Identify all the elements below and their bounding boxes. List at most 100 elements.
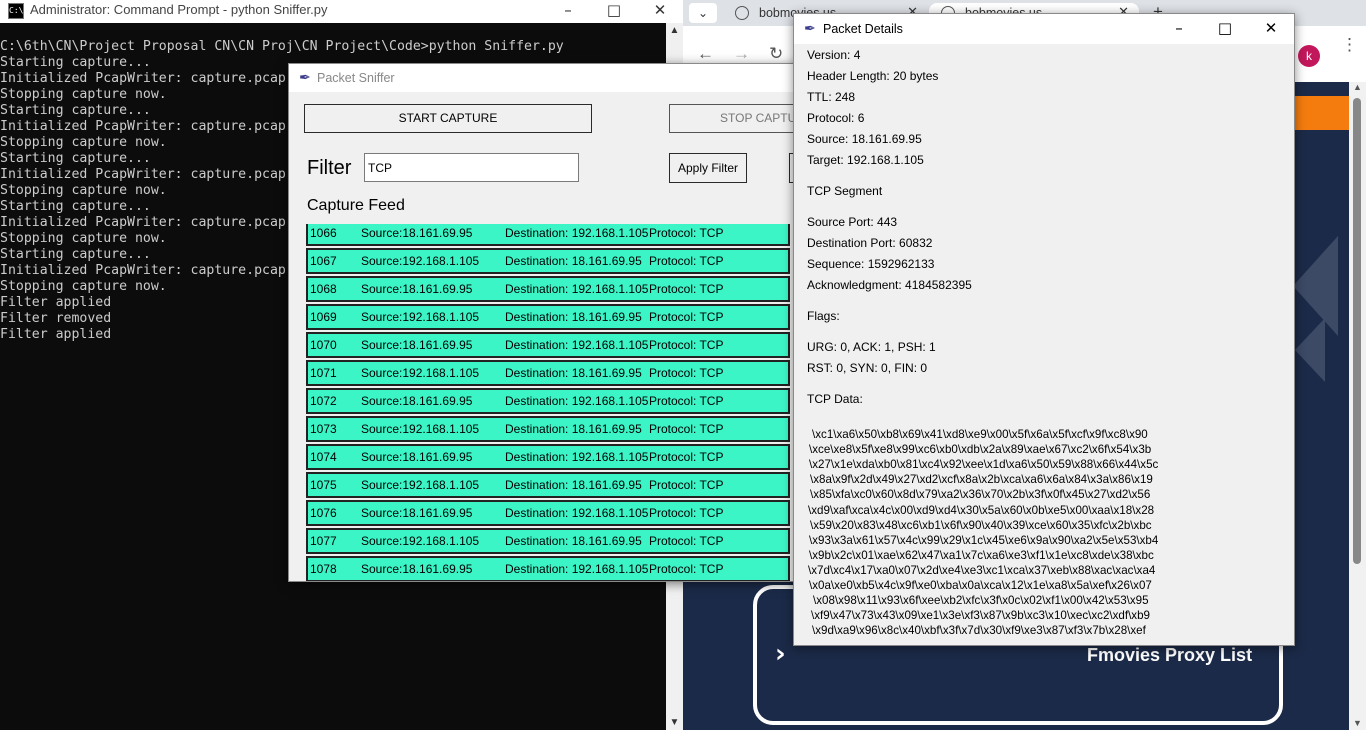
packet-number: 1078 (310, 562, 337, 576)
apply-filter-button[interactable]: Apply Filter (669, 153, 747, 183)
packet-row[interactable]: 1074 Source:18.161.69.95 Destination: 192.… (306, 444, 790, 470)
tcp-data-line: \x9b\x2c\x01\xae\x62\x47\xa1\x7c\xa6\xe3… (809, 548, 1154, 562)
packet-source: Source:18.161.69.95 (361, 394, 473, 408)
packet-number: 1068 (310, 282, 337, 296)
packet-row[interactable]: 1071 Source:192.168.1.105 Destination: 18.… (306, 360, 790, 386)
packet-source: Source:18.161.69.95 (361, 450, 473, 464)
packet-protocol: Protocol: TCP (649, 226, 724, 240)
packet-destination: Destination: 18.161.69.95 (505, 254, 642, 268)
packet-number: 1077 (310, 534, 337, 548)
scroll-up-arrow-icon[interactable]: ▲ (666, 25, 683, 36)
detail-field: Target: 192.168.1.105 (807, 153, 924, 167)
browser-menu-icon[interactable]: ⋮ (1341, 36, 1358, 53)
packet-destination: Destination: 192.168.1.105 (505, 562, 649, 576)
packet-number: 1076 (310, 506, 337, 520)
packet-protocol: Protocol: TCP (649, 254, 724, 268)
details-window-title: Packet Details (823, 22, 903, 36)
packet-number: 1067 (310, 254, 337, 268)
packet-protocol: Protocol: TCP (649, 394, 724, 408)
filter-input[interactable] (364, 153, 579, 182)
tcp-data-line: \xf9\x47\x73\x43\x09\xe1\x3e\xf3\x87\x9b… (811, 609, 1150, 623)
cmd-window-title: Administrator: Command Prompt - python S… (30, 2, 328, 17)
packet-row[interactable]: 1069 Source:192.168.1.105 Destination: 18.… (306, 304, 790, 330)
chevron-right-icon: › (775, 639, 786, 669)
packet-protocol: Protocol: TCP (649, 506, 724, 520)
detail-field: Flags: (807, 309, 840, 323)
stop-capture-button[interactable]: STOP CAPTURE (669, 104, 801, 133)
detail-field: Version: 4 (807, 48, 861, 62)
detail-field: URG: 0, ACK: 1, PSH: 1 (807, 340, 936, 354)
packet-number: 1071 (310, 366, 337, 380)
details-titlebar[interactable]: ✒ Packet Details – □ ✕ (794, 14, 1294, 44)
profile-avatar[interactable]: k (1298, 45, 1320, 67)
packet-destination: Destination: 18.161.69.95 (505, 366, 642, 380)
capture-feed-list[interactable]: 1066 Source:18.161.69.95 Destination: 192.… (306, 224, 792, 581)
minimize-icon[interactable]: – (545, 0, 591, 23)
cmd-titlebar[interactable]: C:\ Administrator: Command Prompt - pyth… (0, 0, 683, 23)
tcp-data-line: \x7d\xc4\x17\xa0\x07\x2d\xe4\xe3\xc1\xca… (808, 563, 1156, 577)
detail-field: Destination Port: 60832 (807, 236, 933, 250)
scroll-down-arrow-icon[interactable]: ▼ (1349, 718, 1366, 728)
packet-protocol: Protocol: TCP (649, 366, 724, 380)
packet-number: 1069 (310, 310, 337, 324)
page-scrollbar[interactable]: ▲ ▼ (1349, 82, 1366, 730)
packet-number: 1075 (310, 478, 337, 492)
packet-row[interactable]: 1073 Source:192.168.1.105 Destination: 18.… (306, 416, 790, 442)
decorative-arrow-shape (1295, 318, 1325, 382)
packet-row[interactable]: 1077 Source:192.168.1.105 Destination: 18.… (306, 528, 790, 554)
scroll-up-arrow-icon[interactable]: ▲ (1349, 82, 1366, 92)
scroll-down-arrow-icon[interactable]: ▼ (666, 717, 683, 728)
packet-protocol: Protocol: TCP (649, 450, 724, 464)
globe-icon (735, 6, 749, 20)
packet-destination: Destination: 192.168.1.105 (505, 338, 649, 352)
packet-row[interactable]: 1070 Source:18.161.69.95 Destination: 192.… (306, 332, 790, 358)
close-icon[interactable]: ✕ (1248, 14, 1294, 44)
maximize-icon[interactable]: □ (591, 0, 637, 23)
tab-search-chevron-icon[interactable]: ⌄ (689, 3, 717, 23)
detail-field: Source Port: 443 (807, 215, 898, 229)
reload-icon[interactable]: ↻ (769, 44, 783, 64)
tcp-data-line: \xce\xe8\x5f\xe8\x99\xc6\xb0\xdb\x2a\x89… (809, 443, 1152, 457)
packet-source: Source:192.168.1.105 (361, 534, 480, 548)
minimize-icon[interactable]: – (1156, 14, 1202, 44)
packet-row[interactable]: 1068 Source:18.161.69.95 Destination: 192.… (306, 276, 790, 302)
sniffer-titlebar[interactable]: ✒ Packet Sniffer (289, 64, 801, 92)
tcp-data-line: \xc1\xa6\x50\xb8\x69\x41\xd8\xe9\x00\x5f… (812, 428, 1148, 441)
packet-protocol: Protocol: TCP (649, 310, 724, 324)
packet-source: Source:192.168.1.105 (361, 478, 480, 492)
detail-field: Protocol: 6 (807, 111, 865, 125)
scrollbar-thumb[interactable] (1353, 98, 1361, 564)
packet-sniffer-window: ✒ Packet Sniffer START CAPTURE STOP CAPT… (288, 63, 802, 582)
packet-row[interactable]: 1072 Source:18.161.69.95 Destination: 192.… (306, 388, 790, 414)
maximize-icon[interactable]: □ (1202, 14, 1248, 44)
packet-destination: Destination: 18.161.69.95 (505, 310, 642, 324)
packet-protocol: Protocol: TCP (649, 338, 724, 352)
packet-number: 1066 (310, 226, 337, 240)
start-capture-button[interactable]: START CAPTURE (304, 104, 592, 133)
detail-field: TCP Segment (807, 184, 883, 198)
tcp-data-line: \x93\x3a\x61\x57\x4c\x99\x29\x1c\x45\xe6… (809, 533, 1159, 547)
packet-row[interactable]: 1075 Source:192.168.1.105 Destination: 18.… (306, 472, 790, 498)
packet-protocol: Protocol: TCP (649, 478, 724, 492)
packet-source: Source:18.161.69.95 (361, 562, 473, 576)
packet-protocol: Protocol: TCP (649, 282, 724, 296)
packet-number: 1074 (310, 450, 337, 464)
packet-source: Source:192.168.1.105 (361, 254, 480, 268)
packet-destination: Destination: 192.168.1.105 (505, 282, 649, 296)
packet-row[interactable]: 1078 Source:18.161.69.95 Destination: 192.… (306, 556, 790, 581)
packet-source: Source:18.161.69.95 (361, 338, 473, 352)
console-line: C:\6th\CN\Project Proposal CN\CN Proj\CN… (0, 39, 564, 54)
back-arrow-icon[interactable]: ← (697, 44, 714, 64)
packet-row[interactable]: 1076 Source:18.161.69.95 Destination: 192.… (306, 500, 790, 526)
tcp-data-line: \x27\x1e\xda\xb0\x81\xc4\x92\xee\x1d\xa6… (809, 458, 1159, 472)
tcp-data-line: \xd9\xaf\xca\x4c\x00\xd9\xd4\x30\x5a\x60… (808, 503, 1155, 517)
tcp-data-line: \x08\x98\x11\x93\x6f\xee\xb2\xfc\x3f\x0c… (813, 594, 1149, 608)
packet-row[interactable]: 1067 Source:192.168.1.105 Destination: 18.… (306, 248, 790, 274)
filter-label: Filter (307, 157, 352, 179)
close-icon[interactable]: ✕ (637, 0, 683, 23)
packet-row[interactable]: 1066 Source:18.161.69.95 Destination: 192.… (306, 224, 790, 246)
detail-field: Header Length: 20 bytes (807, 69, 939, 83)
forward-arrow-icon[interactable]: → (733, 44, 750, 64)
sniffer-window-title: Packet Sniffer (317, 71, 395, 85)
packet-destination: Destination: 18.161.69.95 (505, 422, 642, 436)
